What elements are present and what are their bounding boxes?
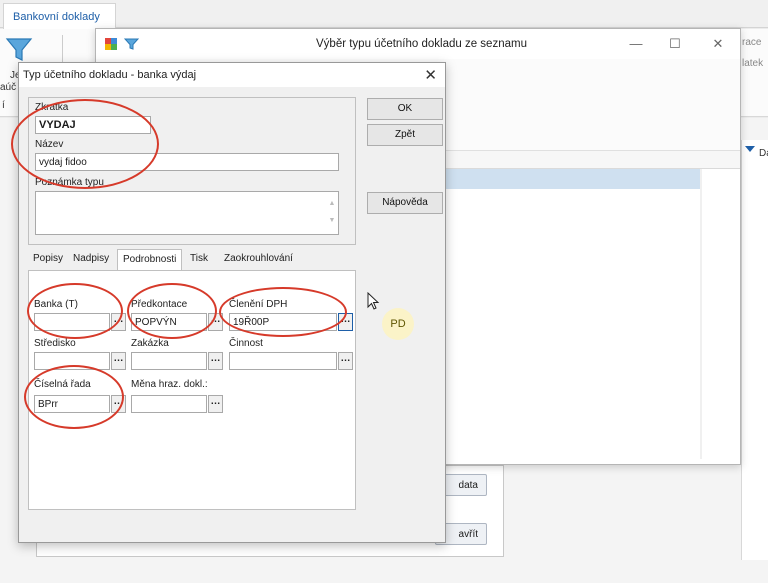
selected-row[interactable] [446,169,700,189]
zkratka-field[interactable]: VYDAJ [35,116,151,134]
tab-bankovni-doklady[interactable]: Bankovní doklady [3,3,116,29]
column-header-fragment: Da [759,148,768,159]
tab-podrobnosti[interactable]: Podrobnosti [117,249,183,271]
cleneni-dph-label: Členění DPH [229,299,288,310]
tabstrip: Popisy Nadpisy Podrobnosti Tisk Zaokrouh… [28,249,356,271]
ribbon-fragment: race [742,37,762,48]
mouse-cursor-icon [367,292,380,310]
stredisko-browse-button[interactable]: … [111,352,126,370]
zakazka-field[interactable] [131,352,207,370]
nazev-field[interactable]: vydaj fidoo [35,153,339,171]
avatar: PD [382,308,414,340]
close-icon[interactable]: ✕ [424,66,437,84]
ciselna-rada-field[interactable]: BPrr [34,395,110,413]
ribbon-divider [62,35,63,65]
predkontace-field[interactable]: POPVÝN [131,313,207,331]
stredisko-field[interactable] [34,352,110,370]
mena-browse-button[interactable]: … [208,395,223,413]
help-button[interactable]: Nápověda [367,192,443,214]
window-title: Výběr typu účetního dokladu ze seznamu [316,38,527,50]
general-group: Zkratka VYDAJ Název vydaj fidoo Poznámka… [28,97,356,245]
ribbon-fragment: í [2,100,5,111]
predkontace-browse-button[interactable]: … [208,313,223,331]
ok-button[interactable]: OK [367,98,443,120]
cinnost-browse-button[interactable]: … [338,352,353,370]
scroll-arrows-icon[interactable]: ▲ ▼ [328,195,336,229]
filter-icon[interactable] [4,35,34,65]
nazev-label: Název [35,139,64,150]
document-type-dialog: Typ účetního dokladu - banka výdaj ✕ Zkr… [11,62,446,543]
stredisko-label: Středisko [34,338,76,349]
app-logo-icon [105,38,117,50]
ribbon-fragment: latek [742,58,764,69]
app-tabbar: Bankovní doklady [0,0,768,29]
tab-nadpisy[interactable]: Nadpisy [73,253,109,264]
banka-label: Banka (T) [34,299,78,310]
ribbon-fragment: aúč [0,82,17,93]
banka-browse-button[interactable]: … [111,313,126,331]
filter-icon[interactable] [124,37,139,51]
close-button[interactable]: ✕ [710,36,726,52]
back-button[interactable]: Zpět [367,124,443,146]
predkontace-label: Předkontace [131,299,188,310]
banka-field[interactable] [34,313,110,331]
mena-field[interactable] [131,395,207,413]
ciselna-rada-browse-button[interactable]: … [111,395,126,413]
ciselna-rada-label: Číselná řada [34,379,91,390]
cleneni-dph-field[interactable]: 19Ř00P [229,313,337,331]
tab-tisk[interactable]: Tisk [190,253,208,264]
dialog-title: Typ účetního dokladu - banka výdaj [23,69,197,81]
minimize-button[interactable]: — [628,36,644,52]
details-tab-panel: Banka (T) … Předkontace POPVÝN … Členění… [28,270,356,510]
dialog-titlebar: Typ účetního dokladu - banka výdaj ✕ [19,63,445,87]
tab-zaokrouhlovani[interactable]: Zaokrouhlování [224,253,293,264]
vertical-scrollbar[interactable] [700,169,702,459]
tab-popisy[interactable]: Popisy [33,253,63,264]
maximize-button[interactable]: ☐ [667,36,683,52]
grid-right-edge: Da [741,140,768,560]
zakazka-label: Zakázka [131,338,169,349]
zakazka-browse-button[interactable]: … [208,352,223,370]
cinnost-label: Činnost [229,338,263,349]
poznamka-label: Poznámka typu [35,177,104,188]
zkratka-label: Zkratka [35,102,69,113]
window-titlebar: Výběr typu účetního dokladu ze seznamu —… [96,29,740,59]
cinnost-field[interactable] [229,352,337,370]
cleneni-dph-browse-button[interactable]: … [338,313,353,331]
poznamka-field[interactable]: ▲ ▼ [35,191,339,235]
mena-label: Měna hraz. dokl.: [131,379,208,390]
sort-arrow-icon [745,146,755,152]
